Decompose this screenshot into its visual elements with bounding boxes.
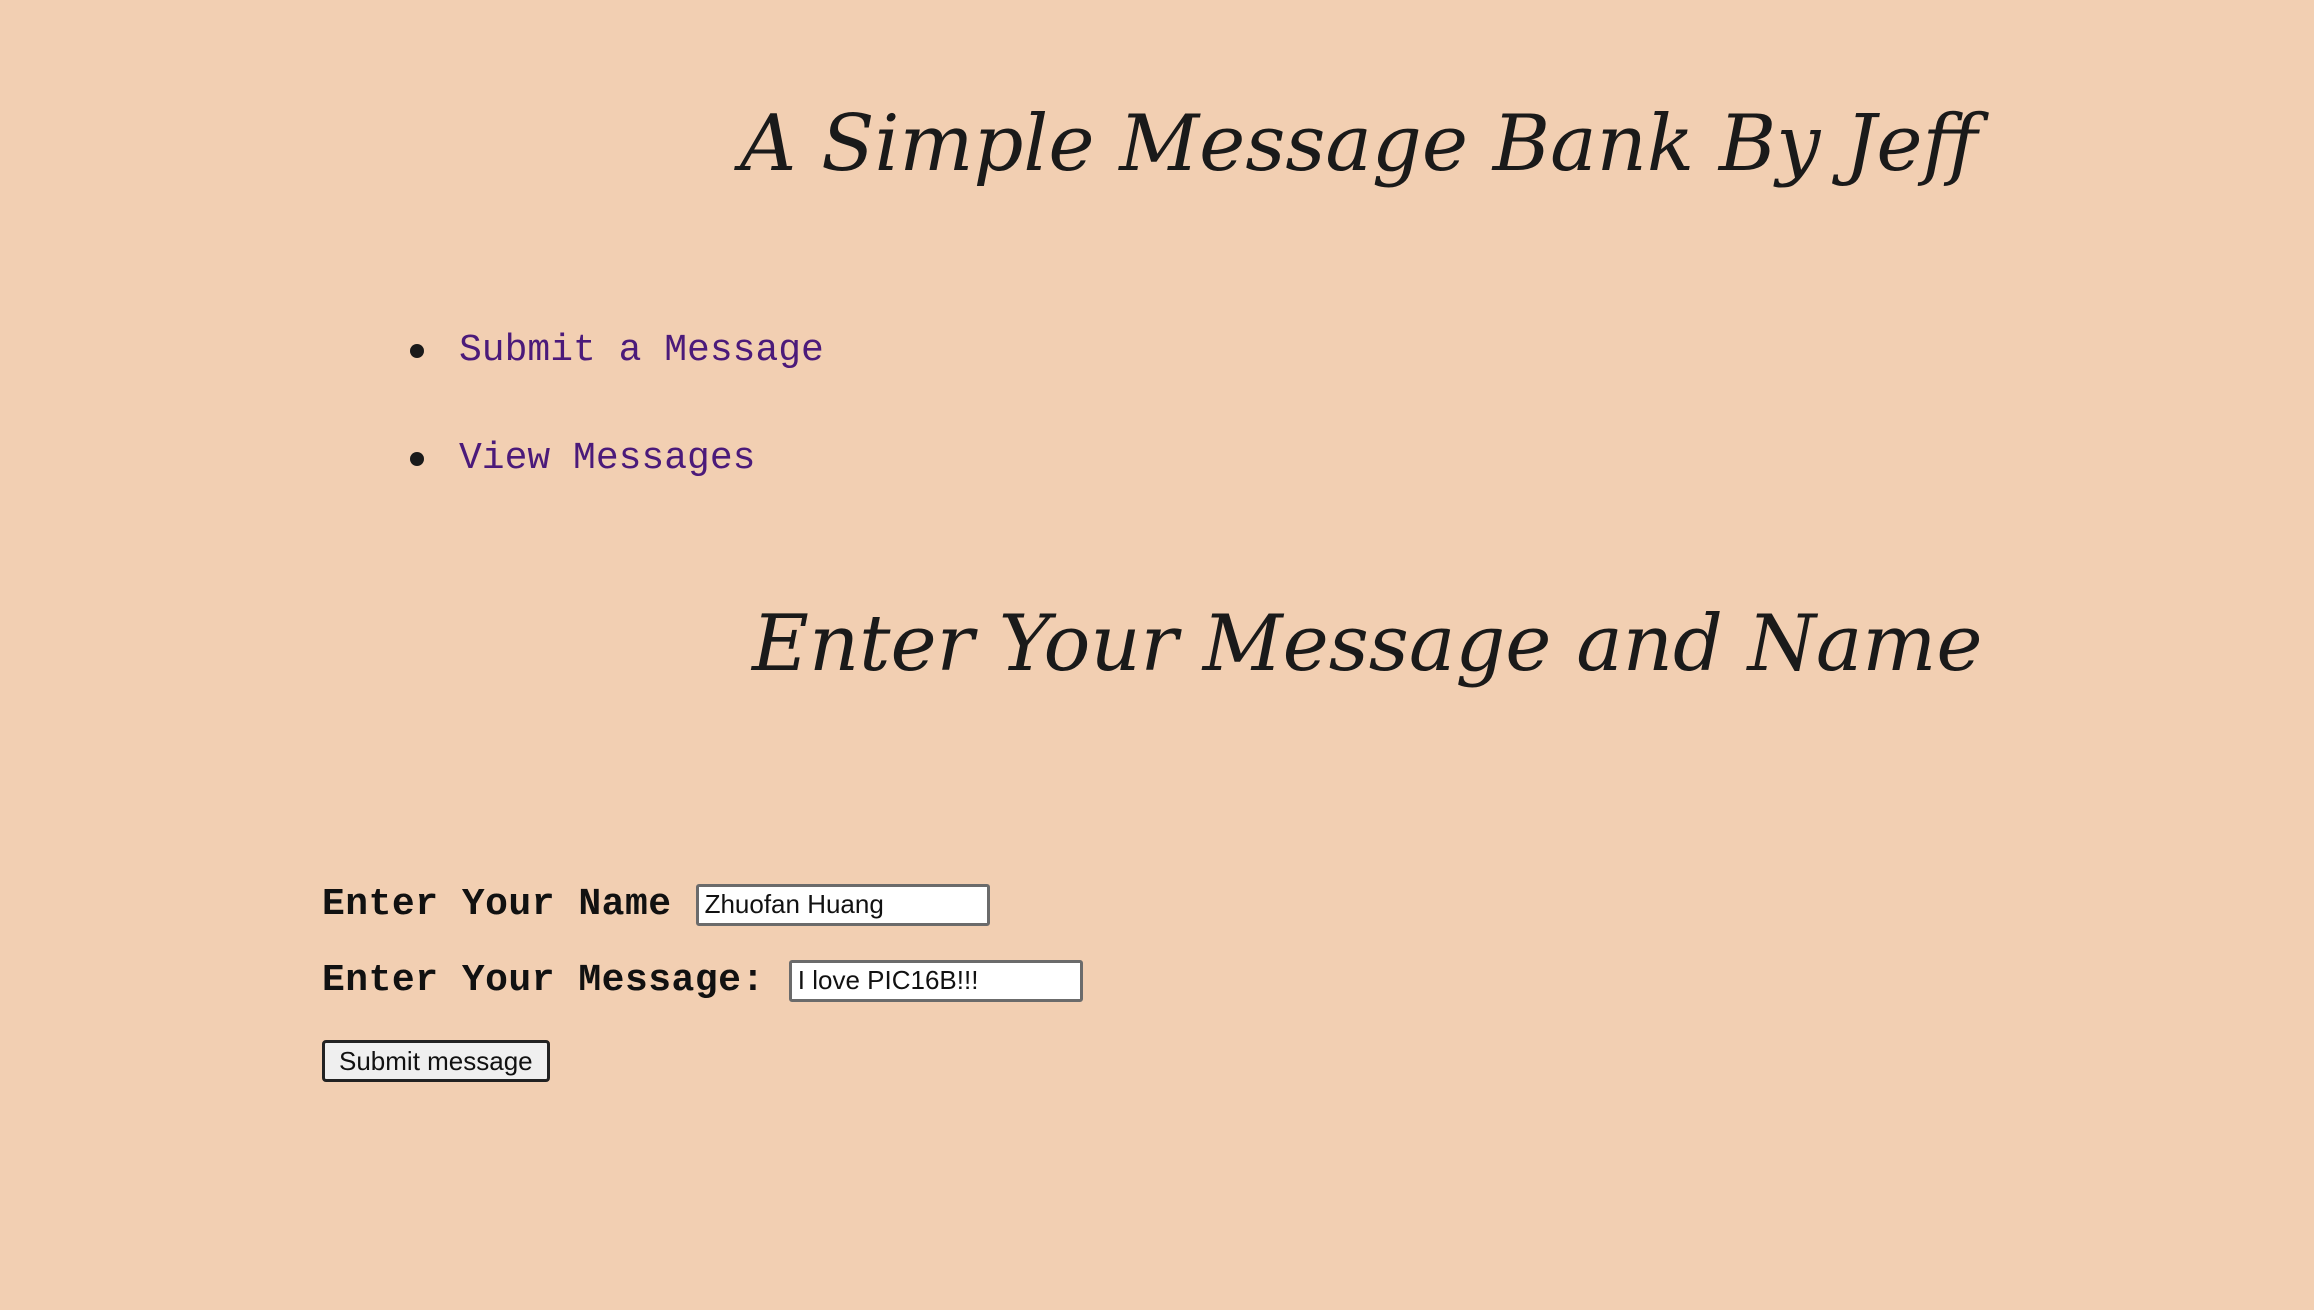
view-messages-link[interactable]: View Messages: [459, 440, 755, 478]
submit-message-link[interactable]: Submit a Message: [459, 332, 824, 370]
section-title: Enter Your Message and Name: [752, 599, 1983, 689]
message-row: Enter Your Message:: [322, 959, 1083, 1002]
message-input[interactable]: [788, 959, 1083, 1002]
name-input[interactable]: [695, 883, 990, 926]
message-label: Enter Your Message:: [322, 959, 765, 1002]
bullet-icon: [410, 344, 424, 358]
bullet-icon: [410, 452, 424, 466]
submit-message-button[interactable]: Submit message: [322, 1040, 550, 1082]
name-row: Enter Your Name: [322, 883, 990, 926]
page-title: A Simple Message Bank By Jeff: [740, 99, 1978, 189]
name-label: Enter Your Name: [322, 883, 672, 926]
